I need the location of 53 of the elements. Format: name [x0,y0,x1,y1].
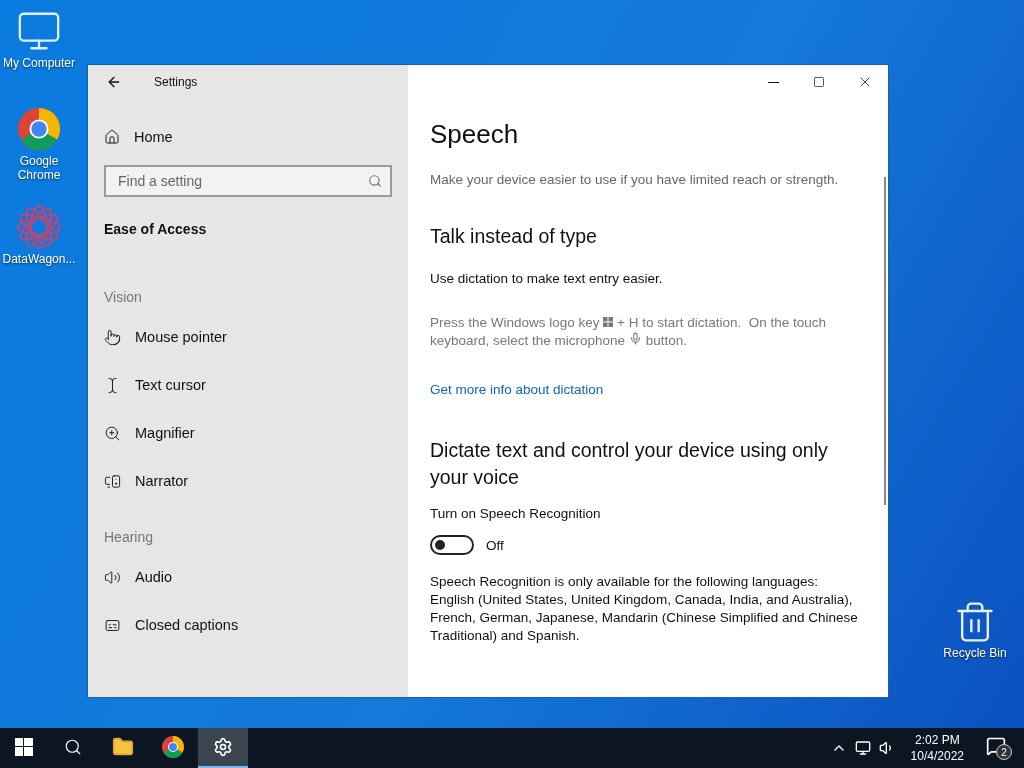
sidebar-nav-item[interactable]: Magnifier [104,409,392,457]
group-heading: Hearing [104,529,155,545]
folder-icon [112,736,134,758]
languages-text: Speech Recognition is only available for the following languages: English (United States, United Kingdom, Canada, India, and Australia), French, German, Japanese, Mandarin (Chinese Simplified and Chinese Traditional) and Spanish. [430,573,859,645]
chrome-icon [161,735,185,759]
sidebar-nav-item[interactable]: Closed captions [104,601,392,649]
page-title: Speech [430,119,520,150]
section-heading: Dictate text and control your device using only your voice [430,438,829,490]
section-text: Use dictation to make text entry easier. [430,270,664,288]
hint-text: button. [645,333,687,348]
search-icon [64,738,82,756]
desktop-icon-label[interactable]: DataWagon... [2,252,76,266]
chrome-icon [16,106,62,152]
toggle-state-text: Off [486,537,504,553]
dictation-info-link[interactable]: Get more info about dictation [430,382,604,397]
network-icon[interactable] [854,740,871,756]
hand-pointer-icon [104,328,121,346]
maximize-icon [813,76,825,88]
monitor-speaker-icon [104,472,121,490]
window-title: Settings [154,75,198,89]
search-input[interactable]: Find a setting [116,172,368,190]
hint-text: Press the Windows logo key [430,315,600,330]
toggle-label: Turn on Speech Recognition [430,505,602,523]
home-nav-item[interactable]: Home [104,113,392,161]
windows-logo-icon [603,317,614,327]
settings-button[interactable] [198,728,248,768]
hint-text: keyboard, select the microphone [430,333,626,348]
windows-logo-icon [15,738,33,756]
sidebar-nav-item[interactable]: Audio [104,553,392,601]
sidebar-nav-item[interactable]: Mouse pointer [104,313,392,361]
hint-text: + H to start dictation. On the touch [617,315,827,330]
search-icon [368,174,382,188]
intro-text: Make your device easier to use if you have limited reach or strength. [430,172,840,187]
magnifier-icon [104,424,121,442]
speaker-icon [104,568,121,586]
minimize-icon [767,81,779,83]
search-field[interactable]: Find a setting [104,165,392,197]
message-icon [986,736,1006,756]
home-icon [104,129,120,145]
gear-icon [213,737,233,757]
category-title: Ease of Access [104,221,208,237]
clock[interactable]: 2:02 PM 10/4/2022 [910,732,964,764]
group-heading: Vision [104,289,143,305]
desktop-icon-label[interactable]: My Computer [3,56,75,70]
desktop-icon-label[interactable]: Recycle Bin [943,646,1007,660]
section-heading: Talk instead of type [430,224,598,249]
desktop-icon-label[interactable]: Google Chrome [1,154,77,182]
scrollbar[interactable] [884,177,886,505]
speech-recognition-toggle[interactable] [430,535,474,555]
sidebar-nav-item[interactable]: Text cursor [104,361,392,409]
notifications-button[interactable]: 2 [986,736,1012,760]
sidebar-nav-item[interactable]: Narrator [104,457,392,505]
microphone-icon [628,332,642,345]
